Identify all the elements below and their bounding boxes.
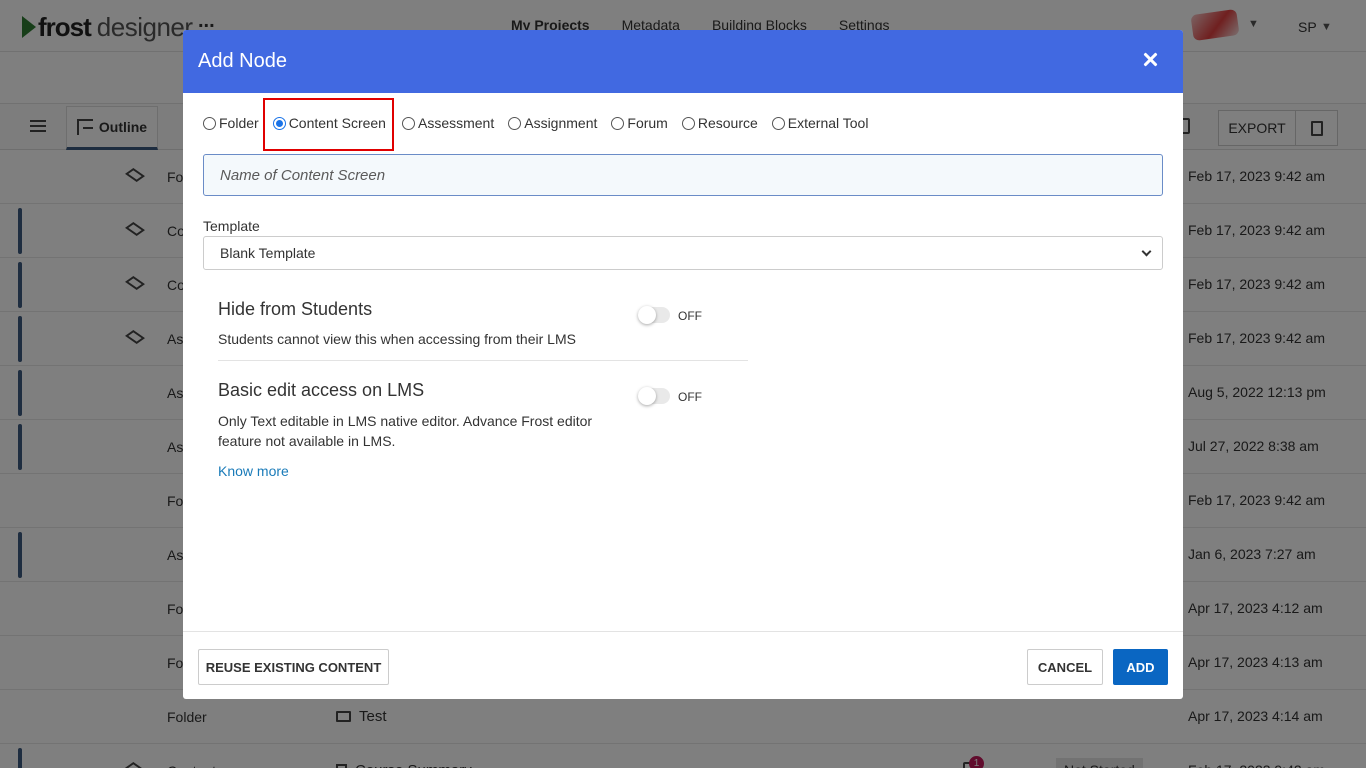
add-node-dialog: Add Node Folder Content Screen Assessment A… [183,30,1183,699]
dialog-header: Add Node [183,30,1183,93]
node-type-radio-group: Folder Content Screen Assessment Assignment… [203,115,882,131]
node-name-input[interactable] [203,154,1163,196]
radio-button[interactable] [611,116,625,130]
toggle-state-label: OFF [678,309,702,323]
setting-description: Students cannot view this when accessing… [218,331,576,347]
radio-button[interactable] [681,116,695,130]
know-more-link[interactable]: Know more [218,463,289,479]
node-type-option[interactable]: Forum [611,115,668,131]
node-type-label: Assessment [417,115,495,131]
node-type-label: Folder [219,115,259,131]
radio-button[interactable] [203,116,216,130]
reuse-existing-content-button[interactable]: REUSE EXISTING CONTENT [198,649,389,685]
setting-description: Only Text editable in LMS native editor.… [218,413,593,449]
radio-button[interactable] [508,116,522,130]
radio-button[interactable] [401,116,415,130]
close-icon[interactable] [1140,50,1160,70]
template-selected-value: Blank Template [220,245,316,261]
add-button[interactable]: ADD [1113,649,1168,685]
node-type-option[interactable]: Assignment [508,115,597,131]
node-type-option[interactable]: Assessment [401,115,495,131]
node-type-option[interactable]: Content Screen [272,115,386,131]
template-select[interactable]: Blank Template [203,236,1163,270]
toggle-state-label: OFF [678,390,702,404]
radio-button[interactable] [771,116,785,130]
chevron-down-icon [1141,246,1152,257]
node-type-option[interactable]: External Tool [771,115,869,131]
node-type-label: Assignment [524,115,598,131]
hide-from-students-toggle[interactable] [638,306,670,324]
hide-from-students-setting: Hide from Students Students cannot view … [218,299,748,349]
template-label: Template [203,218,260,234]
node-type-label: Forum [627,115,668,131]
node-type-label: Content Screen [288,115,386,131]
divider [218,360,748,361]
basic-edit-access-setting: Basic edit access on LMS Only Text edita… [218,380,748,451]
radio-button[interactable] [272,116,286,130]
basic-edit-access-toggle[interactable] [638,387,670,405]
dialog-title: Add Node [198,50,287,72]
node-type-label: Resource [697,115,758,131]
node-type-option[interactable]: Resource [681,115,758,131]
node-type-option[interactable]: Folder [203,115,259,131]
node-type-label: External Tool [787,115,869,131]
dialog-footer: REUSE EXISTING CONTENT CANCEL ADD [183,631,1183,699]
cancel-button[interactable]: CANCEL [1027,649,1103,685]
